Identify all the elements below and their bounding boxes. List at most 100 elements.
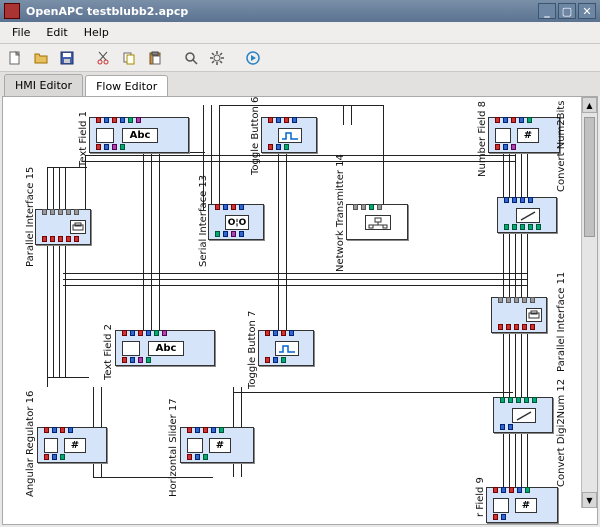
block-number-field-8[interactable]: # [488,117,560,153]
wire [63,285,528,286]
wire [59,167,60,377]
label-r-field-9: r Field 9 [475,477,486,517]
block-horizontal-slider-17[interactable]: # [180,427,254,463]
paste-icon [147,50,163,66]
wire [47,377,89,378]
convert-icon [515,410,533,422]
label-text-field-1: Text Field 1 [78,111,89,167]
flow-canvas-wrap: Parallel Interface 15 Text Field 1 Abc S… [2,96,598,525]
wire [63,273,528,274]
open-folder-icon [33,50,49,66]
block-r-field-9[interactable]: # [486,487,558,523]
pulse-icon [278,344,296,354]
block-toggle-button-6[interactable] [261,117,317,153]
wire [351,105,352,125]
wire [65,167,66,377]
wire [219,105,220,210]
block-network-transmitter-14[interactable] [346,204,408,240]
copy-icon [121,50,137,66]
wire [151,152,152,332]
new-button[interactable] [4,47,26,69]
tab-flow-editor[interactable]: Flow Editor [85,75,168,97]
wire [219,105,384,106]
label-angular-regulator-16: Angular Regulator 16 [25,391,36,497]
indicator-box [122,341,140,356]
angular-regulator-16-inner: # [64,438,86,453]
vertical-scrollbar[interactable]: ▲ ▼ [581,97,597,508]
paste-button[interactable] [144,47,166,69]
titlebar: OpenAPC testblubb2.apcp _ ▢ ✕ [0,0,600,22]
block-angular-regulator-16[interactable]: # [37,427,107,463]
indicator-box [495,128,511,143]
label-number-field-8: Number Field 8 [477,101,488,177]
menubar: File Edit Help [0,22,600,44]
text-field-1-inner: Abc [122,128,158,143]
toolbar [0,44,600,72]
indicator-box [493,498,509,513]
wire [211,105,212,210]
block-parallel-interface-15[interactable] [35,209,91,245]
window-controls: _ ▢ ✕ [538,3,596,19]
wire [383,105,384,205]
wire [286,152,287,337]
play-icon [245,50,261,66]
find-button[interactable] [180,47,202,69]
close-button[interactable]: ✕ [578,3,596,19]
app-icon [4,3,20,19]
save-icon [59,50,75,66]
text-field-2-inner: Abc [148,341,184,356]
wire [343,105,344,125]
label-convert-digi2num-12: Convert Digi2Num 12 [556,379,567,487]
wire [53,167,54,377]
number-field-8-inner: # [517,128,539,143]
cut-button[interactable] [92,47,114,69]
pulse-icon [281,131,299,141]
block-serial-interface-13[interactable]: O¦O [208,204,264,240]
search-icon [183,50,199,66]
block-parallel-interface-11[interactable] [491,297,547,333]
wire [159,152,160,332]
flow-canvas[interactable]: Parallel Interface 15 Text Field 1 Abc S… [3,97,597,524]
scroll-down-button[interactable]: ▼ [582,492,597,508]
wire [85,155,515,156]
run-button[interactable] [242,47,264,69]
block-toggle-button-7[interactable] [258,330,314,366]
minimize-button[interactable]: _ [538,3,556,19]
tab-hmi-editor[interactable]: HMI Editor [4,74,83,96]
block-convert-digi2num-12[interactable] [493,397,553,433]
serial-icon: O¦O [225,215,249,230]
menu-file[interactable]: File [4,24,38,41]
indicator-box [96,128,114,143]
maximize-button[interactable]: ▢ [558,3,576,19]
wire [143,152,144,332]
copy-button[interactable] [118,47,140,69]
scroll-up-button[interactable]: ▲ [582,97,597,113]
label-text-field-2: Text Field 2 [103,324,114,380]
menu-edit[interactable]: Edit [38,24,75,41]
cut-icon [95,50,111,66]
menu-help[interactable]: Help [76,24,117,41]
convert-icon [519,210,537,222]
wire [47,167,48,387]
block-convert-num2bits-10[interactable] [497,197,557,233]
block-text-field-1[interactable]: Abc [89,117,189,153]
wire [233,392,513,393]
wire [47,167,87,168]
label-convert-num2bits-10: Convert Num2Bits 10 [556,96,567,192]
horizontal-slider-17-inner: # [209,438,231,453]
block-text-field-2[interactable]: Abc [115,330,215,366]
printer-icon [528,310,540,320]
wire [278,152,279,337]
open-button[interactable] [30,47,52,69]
tabstrip: HMI Editor Flow Editor [0,72,600,96]
indicator-box [187,438,203,453]
save-button[interactable] [56,47,78,69]
label-network-transmitter-14: Network Transmitter 14 [335,154,346,272]
wire [85,161,515,162]
label-parallel-interface-11: Parallel Interface 11 [556,272,567,372]
r-field-9-inner: # [515,498,537,513]
scroll-thumb[interactable] [584,117,595,237]
label-toggle-button-6: Toggle Button 6 [250,97,261,175]
gear-icon [209,50,225,66]
settings-button[interactable] [206,47,228,69]
